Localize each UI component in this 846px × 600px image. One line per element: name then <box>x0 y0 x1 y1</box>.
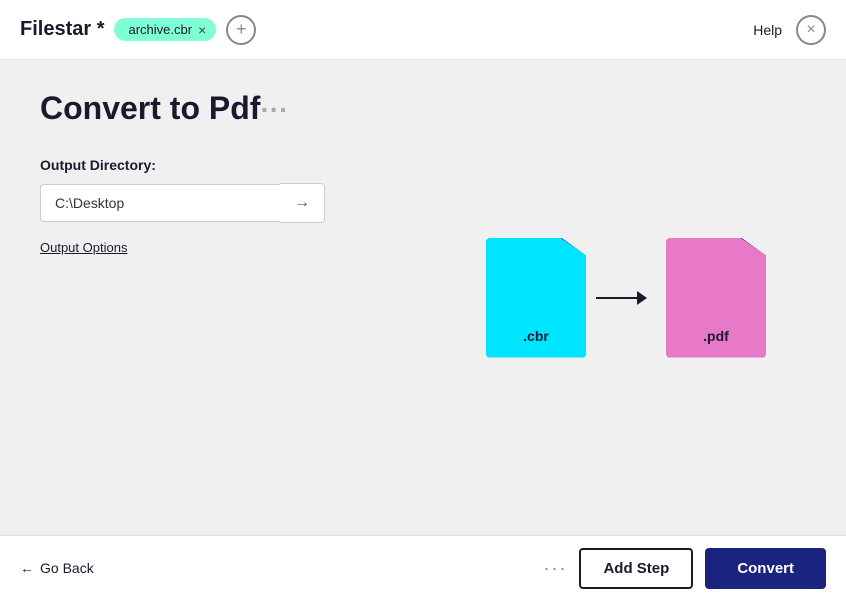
more-dots-icon: ··· <box>543 558 567 579</box>
go-back-label: Go Back <box>40 560 94 576</box>
app-title: Filestar * <box>20 18 104 41</box>
source-file-corner <box>560 238 586 256</box>
close-button[interactable]: × <box>796 15 826 45</box>
output-row: → <box>40 183 806 223</box>
source-file-icon: .cbr <box>486 238 586 358</box>
file-tag: archive.cbr × <box>114 18 216 41</box>
output-options-link[interactable]: Output Options <box>40 240 127 255</box>
source-file-ext: .cbr <box>523 328 549 344</box>
convert-button[interactable]: Convert <box>705 548 826 589</box>
add-tab-button[interactable]: + <box>226 15 256 45</box>
output-label: Output Directory: <box>40 157 806 173</box>
arrow-line <box>596 297 646 299</box>
conversion-arrow <box>596 297 656 299</box>
output-directory-input[interactable] <box>40 184 280 222</box>
more-options-button[interactable]: ··· <box>543 558 567 579</box>
page-title-dots: ··· <box>260 94 288 125</box>
footer: ← Go Back ··· Add Step Convert <box>0 535 846 600</box>
target-file-body: .pdf <box>666 238 766 358</box>
file-tag-label: archive.cbr <box>128 22 192 37</box>
go-back-arrow-icon: ← <box>20 560 34 576</box>
help-link[interactable]: Help <box>753 22 782 38</box>
header-right: Help × <box>753 15 826 45</box>
browse-button[interactable]: → <box>280 183 325 223</box>
header: Filestar * archive.cbr × + Help × <box>0 0 846 60</box>
target-file-ext: .pdf <box>703 328 729 344</box>
footer-right: ··· Add Step Convert <box>543 548 826 589</box>
go-back-button[interactable]: ← Go Back <box>20 560 94 576</box>
header-left: Filestar * archive.cbr × + <box>20 15 256 45</box>
main-content: Convert to Pdf··· Output Directory: → Ou… <box>0 60 846 535</box>
conversion-illustration: .cbr .pdf <box>486 238 766 358</box>
file-tag-close-icon[interactable]: × <box>198 23 206 37</box>
add-step-button[interactable]: Add Step <box>579 548 693 589</box>
page-title: Convert to Pdf··· <box>40 90 806 127</box>
source-file-body: .cbr <box>486 238 586 358</box>
target-file-icon: .pdf <box>666 238 766 358</box>
target-file-corner <box>740 238 766 256</box>
page-title-text: Convert to Pdf <box>40 90 260 126</box>
